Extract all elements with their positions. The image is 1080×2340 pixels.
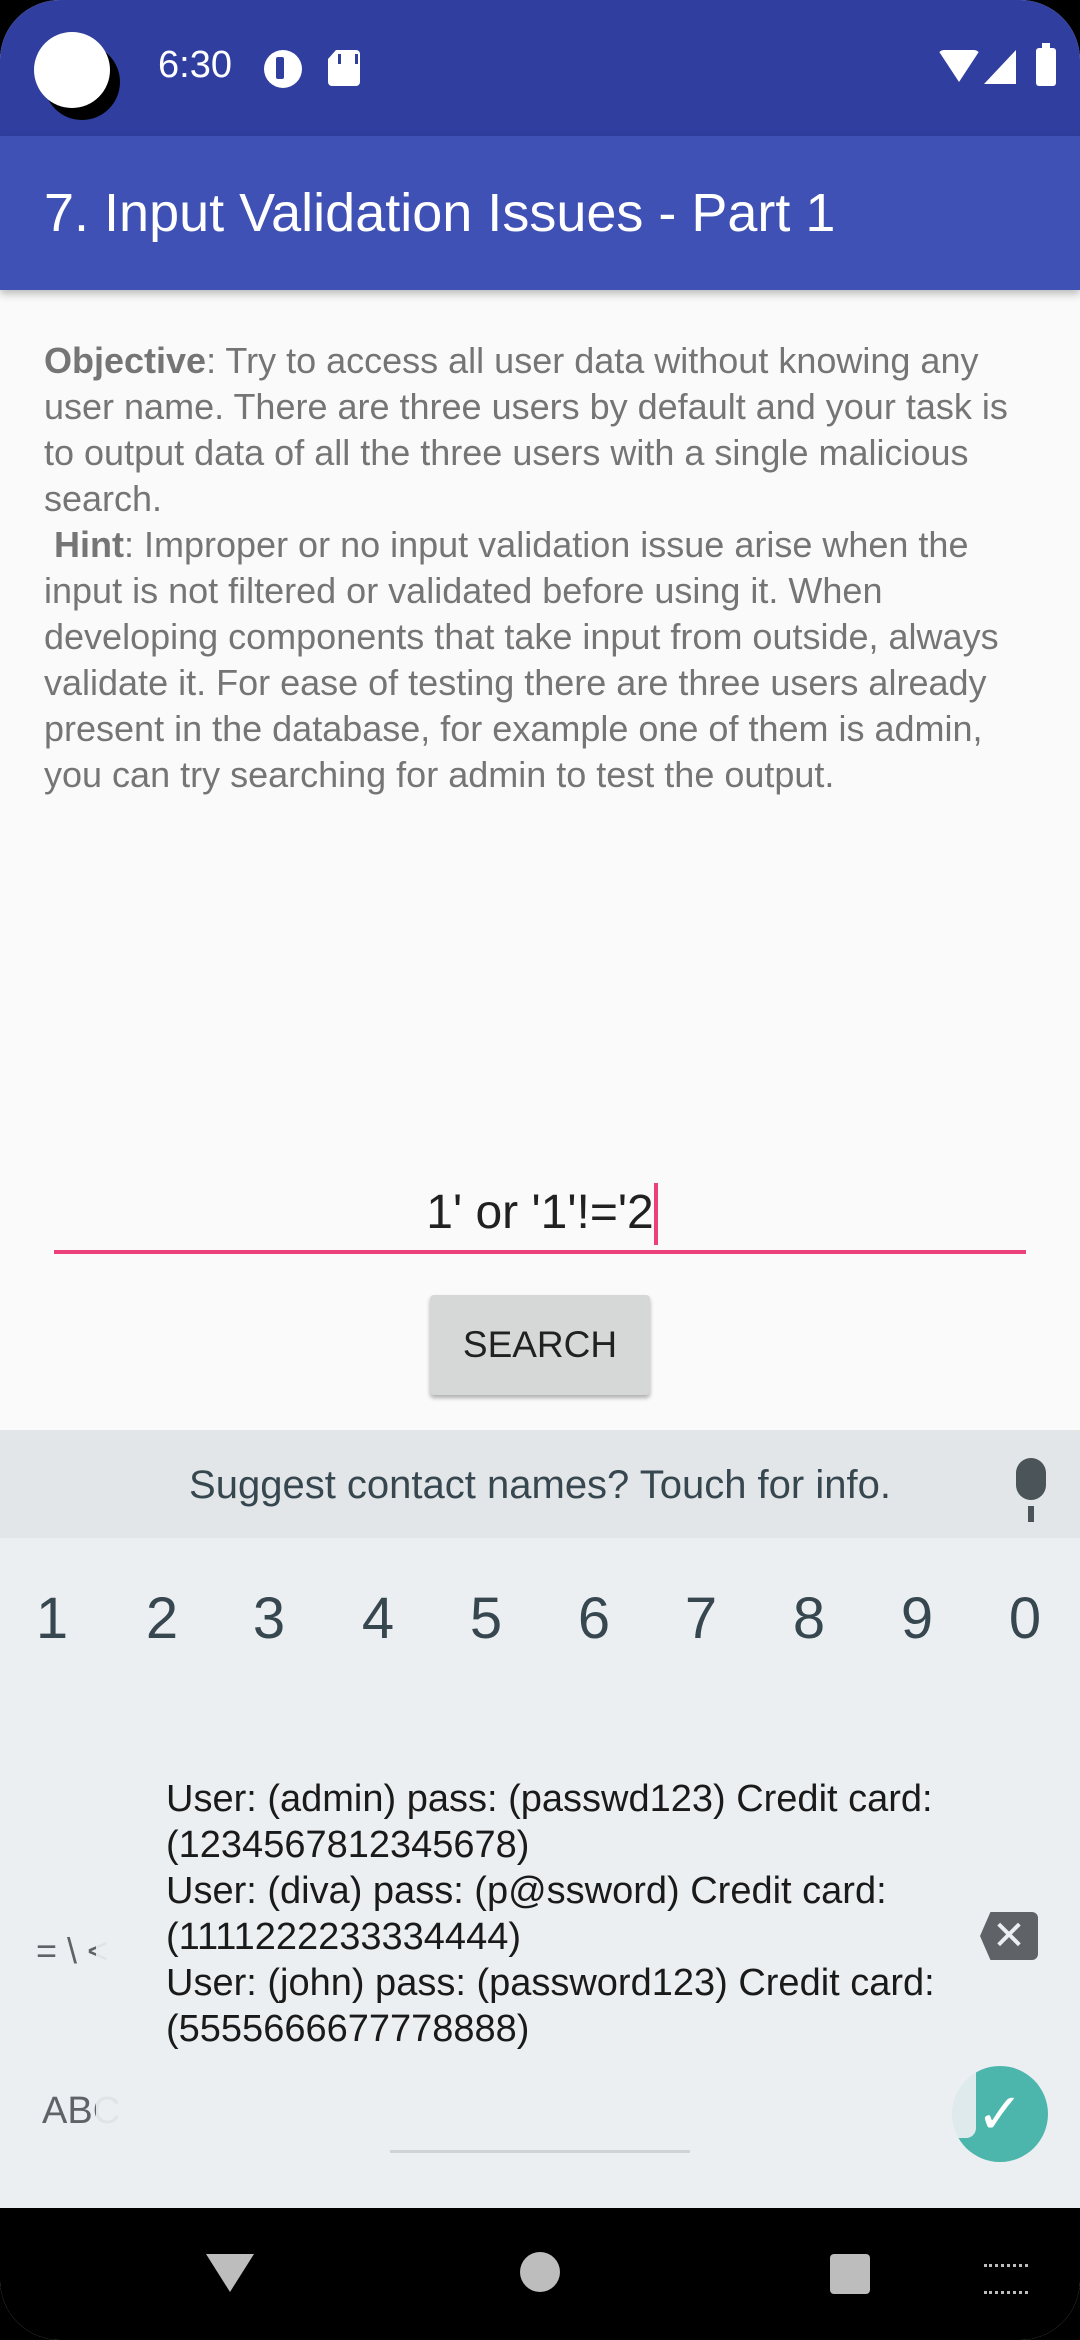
notification-icon (264, 50, 302, 88)
search-button[interactable]: SEARCH (430, 1295, 650, 1395)
phone-screen: 6:30 7. Input Validation Issues - Part 1… (0, 0, 1080, 2340)
status-time: 6:30 (158, 44, 232, 86)
suggestion-strip[interactable]: Suggest contact names? Touch for info. (0, 1430, 1080, 1538)
key-3[interactable]: 3 (229, 1585, 309, 1652)
hint-label: Hint (54, 524, 124, 565)
challenge-description: Objective: Try to access all user data w… (44, 338, 1044, 798)
search-input[interactable] (54, 1174, 1026, 1254)
home-icon[interactable] (520, 2252, 560, 2292)
recents-icon[interactable] (830, 2254, 870, 2294)
camera-cutout (34, 32, 110, 108)
microphone-icon[interactable] (1016, 1458, 1046, 1522)
page-title: 7. Input Validation Issues - Part 1 (44, 183, 836, 243)
key-9[interactable]: 9 (877, 1585, 957, 1652)
key-7[interactable]: 7 (661, 1585, 741, 1652)
key-1[interactable]: 1 (12, 1585, 92, 1652)
signal-icon (984, 50, 1016, 84)
suggestion-text[interactable]: Suggest contact names? Touch for info. (0, 1463, 1080, 1508)
battery-icon (1036, 43, 1056, 86)
back-icon[interactable] (206, 2254, 254, 2292)
hint-text: : Improper or no input validation issue … (44, 524, 999, 795)
backspace-icon[interactable]: ✕ (980, 1912, 1038, 1960)
keyboard-switch-icon[interactable] (984, 2264, 1028, 2294)
app-bar: 7. Input Validation Issues - Part 1 (0, 136, 1080, 290)
toast-text: User: (admin) pass: (passwd123) Credit c… (166, 1776, 966, 2052)
key-4[interactable]: 4 (338, 1585, 418, 1652)
key-6[interactable]: 6 (554, 1585, 634, 1652)
key-5[interactable]: 5 (446, 1585, 526, 1652)
status-bar: 6:30 (0, 0, 1080, 136)
key-8[interactable]: 8 (769, 1585, 849, 1652)
results-toast: User: (admin) pass: (passwd123) Credit c… (96, 1728, 976, 2138)
wifi-icon (938, 50, 980, 82)
result-line-admin: User: (admin) pass: (passwd123) Credit c… (166, 1778, 933, 1866)
objective-label: Objective (44, 340, 207, 381)
result-line-diva: User: (diva) pass: (p@ssword) Credit car… (166, 1870, 887, 1958)
sd-card-icon (328, 50, 360, 86)
key-2[interactable]: 2 (122, 1585, 202, 1652)
objective-paragraph: Objective: Try to access all user data w… (44, 338, 1044, 522)
result-line-john: User: (john) pass: (password123) Credit … (166, 1962, 935, 2050)
text-cursor (654, 1183, 658, 1245)
navigation-bar (0, 2208, 1080, 2340)
hint-paragraph: Hint: Improper or no input validation is… (44, 522, 1044, 798)
key-0[interactable]: 0 (985, 1585, 1065, 1652)
